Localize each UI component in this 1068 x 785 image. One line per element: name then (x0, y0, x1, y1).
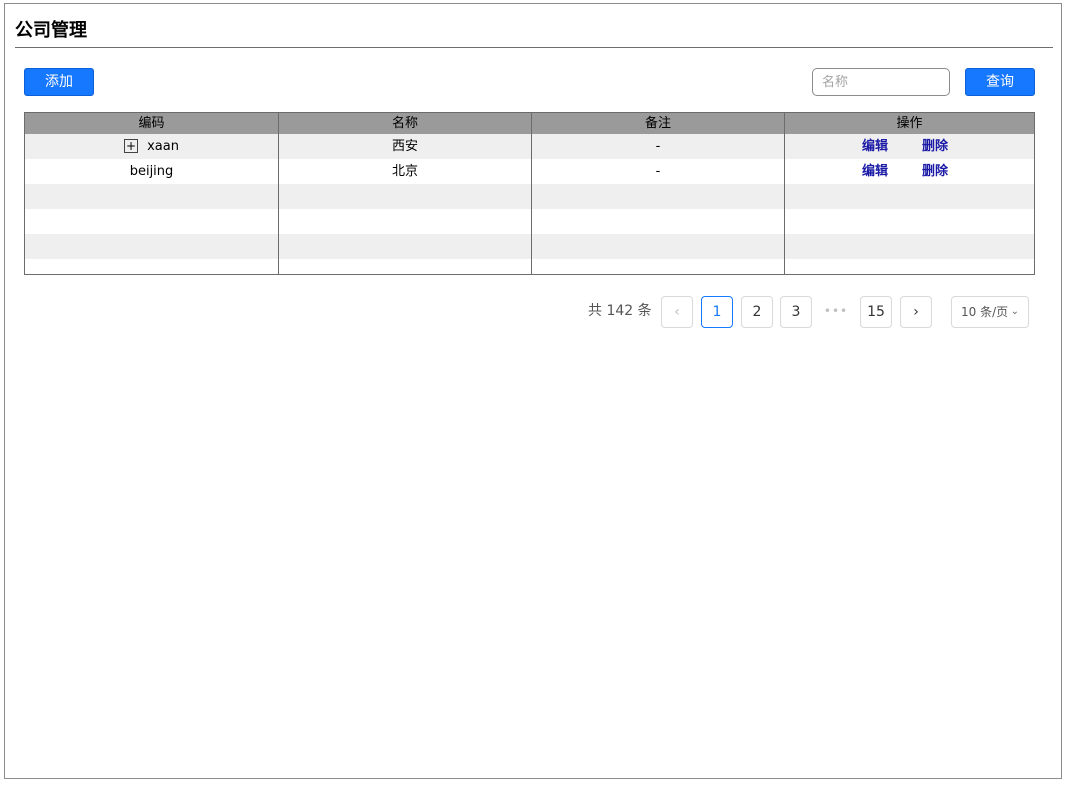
column-header-name: 名称 (391, 116, 418, 131)
page-size-value: 10 条/页 (961, 305, 1009, 319)
company-table: 编码 名称 备注 操作 + xaan 西安 - 编辑 删除 beijing 北京 … (24, 112, 1035, 275)
actions-cell: 编辑 删除 (785, 134, 1034, 159)
column-divider (531, 113, 532, 274)
code-cell: beijing (129, 164, 174, 179)
delete-link[interactable]: 删除 (922, 134, 948, 159)
page-ellipsis[interactable]: ••• (820, 296, 852, 328)
empty-row (25, 184, 1034, 209)
delete-link[interactable]: 删除 (922, 159, 948, 184)
code-text: xaan (147, 139, 179, 154)
expand-row-icon[interactable]: + (124, 138, 139, 153)
note-cell: - (655, 164, 661, 179)
name-cell: 西安 (391, 139, 418, 154)
page-1-button[interactable]: 1 (701, 296, 733, 328)
pagination-total: 共 142 条 (588, 303, 652, 319)
chevron-left-icon: ‹ (674, 304, 680, 320)
empty-row (25, 209, 1034, 234)
column-header-note: 备注 (644, 116, 671, 131)
code-cell: + xaan (25, 134, 278, 159)
add-button[interactable]: 添加 (24, 68, 94, 96)
column-header-actions: 操作 (896, 116, 923, 131)
name-search-input[interactable] (812, 68, 950, 96)
page-frame: 公司管理 添加 查询 编码 名称 备注 操作 + xaan 西安 - 编辑 删除 … (4, 3, 1062, 779)
edit-link[interactable]: 编辑 (862, 159, 888, 184)
column-divider (278, 113, 279, 274)
query-button[interactable]: 查询 (965, 68, 1035, 96)
prev-page-button[interactable]: ‹ (661, 296, 693, 328)
edit-link[interactable]: 编辑 (862, 134, 888, 159)
column-header-code: 编码 (138, 116, 165, 131)
note-cell: - (655, 139, 661, 154)
chevron-down-icon: ⌄ (1010, 306, 1019, 317)
empty-row (25, 234, 1034, 259)
page-size-select[interactable]: 10 条/页 ⌄ (951, 296, 1029, 328)
table-header: 编码 名称 备注 操作 (25, 113, 1034, 134)
column-divider (784, 113, 785, 274)
page-15-button[interactable]: 15 (860, 296, 892, 328)
next-page-button[interactable]: › (900, 296, 932, 328)
empty-row (25, 259, 1034, 274)
title-divider (15, 47, 1053, 48)
page-title: 公司管理 (15, 20, 87, 41)
table-row: beijing 北京 - 编辑 删除 (25, 159, 1034, 184)
name-cell: 北京 (391, 164, 418, 179)
chevron-right-icon: › (913, 304, 919, 320)
page-3-button[interactable]: 3 (780, 296, 812, 328)
table-row: + xaan 西安 - 编辑 删除 (25, 134, 1034, 159)
actions-cell: 编辑 删除 (785, 159, 1034, 184)
page-2-button[interactable]: 2 (741, 296, 773, 328)
